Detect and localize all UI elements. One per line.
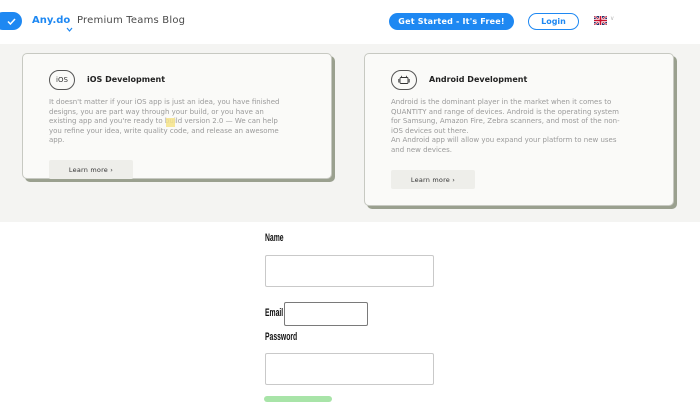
text-line: you refine your idea, write quality code… xyxy=(49,126,279,135)
submit-button[interactable] xyxy=(264,396,332,402)
text-line: iOS devices out there. xyxy=(391,126,469,135)
learn-more-button[interactable]: Learn more › xyxy=(49,160,133,179)
top-header: Any.do Premium Teams Blog Get Started - … xyxy=(0,0,700,44)
learn-more-button[interactable]: Learn more › xyxy=(391,170,475,189)
text-line: QUANTITY and range of devices. Android i… xyxy=(391,107,619,116)
text-line: for Samsung, Amazon Fire, Zebra scanners… xyxy=(391,117,620,126)
chevron-down-icon[interactable] xyxy=(66,17,73,36)
card-title: iOS Development xyxy=(87,75,166,84)
text-line: designs, you are part way through your b… xyxy=(49,107,264,116)
login-button[interactable]: Login xyxy=(528,13,579,30)
password-input[interactable] xyxy=(265,353,434,385)
android-card: Android Development Android is the domin… xyxy=(364,53,674,206)
card-description: It doesn't matter if your iOS app is jus… xyxy=(49,98,280,146)
ios-card: iOS iOS Development It doesn't matter if… xyxy=(22,53,332,179)
text-line: Android is the dominant player in the ma… xyxy=(391,98,612,106)
text-line: app. xyxy=(49,136,65,145)
checkmark-icon[interactable] xyxy=(0,12,22,30)
brand-name[interactable]: Any.do xyxy=(32,15,70,26)
card-description: Android is the dominant player in the ma… xyxy=(391,98,620,156)
email-input[interactable] xyxy=(284,302,368,326)
blog-subtitle: Premium Teams Blog xyxy=(77,15,186,26)
language-caret[interactable]: ∨ xyxy=(610,15,614,22)
name-input[interactable] xyxy=(265,255,434,287)
text-line: existing app and you're ready to build v… xyxy=(49,117,278,126)
name-label: Name xyxy=(265,232,284,244)
text-line: An Android app will allow you expand you… xyxy=(391,136,617,145)
get-started-button[interactable]: Get Started - It's Free! xyxy=(389,13,514,30)
text-line: It doesn't matter if your iOS app is jus… xyxy=(49,98,280,106)
password-label: Password xyxy=(265,331,298,343)
text-line: and new devices. xyxy=(391,145,452,154)
email-label: Email xyxy=(265,307,284,319)
card-title: Android Development xyxy=(429,75,528,84)
highlight-marker xyxy=(166,118,175,127)
uk-flag-icon[interactable] xyxy=(594,16,607,25)
android-icon xyxy=(391,70,417,90)
ios-icon: iOS xyxy=(49,70,75,90)
